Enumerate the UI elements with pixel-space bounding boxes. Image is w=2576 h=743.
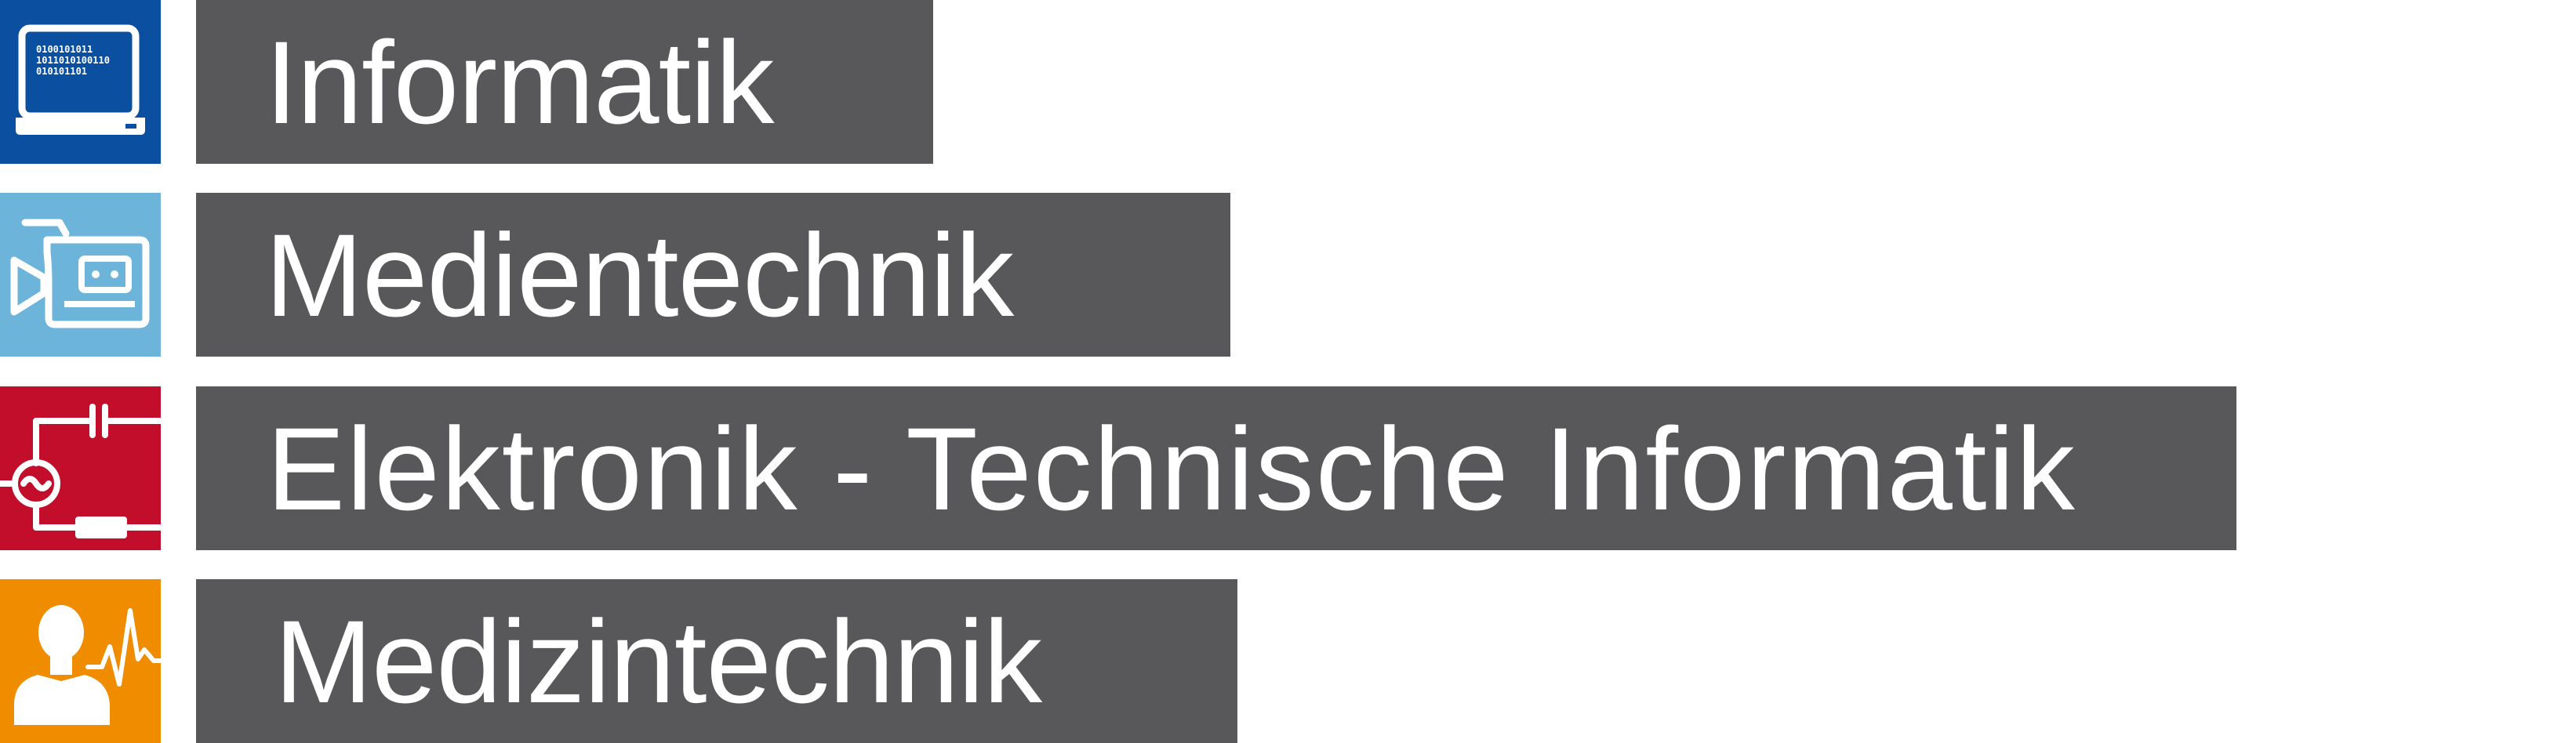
- video-camera-icon: [0, 193, 161, 357]
- category-label: Medientechnik: [265, 208, 1014, 341]
- category-tile-elektronik: [0, 386, 161, 550]
- category-tile-medizintechnik: [0, 579, 161, 743]
- binary-line-2: 1011010100110: [36, 55, 110, 66]
- binary-line-3: 010101101: [36, 66, 87, 77]
- category-label: Medizintechnik: [274, 595, 1042, 727]
- category-label: Elektronik - Technische Informatik: [267, 402, 2076, 535]
- person-heartbeat-icon: [0, 579, 161, 743]
- binary-line-1: 0100101011: [36, 44, 93, 55]
- category-bar-medizintechnik[interactable]: Medizintechnik: [196, 579, 1237, 743]
- category-bar-informatik[interactable]: Informatik: [196, 0, 933, 164]
- category-tile-medientechnik: [0, 193, 161, 357]
- category-bar-elektronik[interactable]: Elektronik - Technische Informatik: [196, 386, 2236, 550]
- circuit-icon: [0, 386, 161, 550]
- category-tile-informatik: 0100101011 1011010100110 010101101: [0, 0, 161, 164]
- laptop-binary-icon: 0100101011 1011010100110 010101101: [0, 0, 161, 164]
- category-label: Informatik: [265, 16, 775, 148]
- category-bar-medientechnik[interactable]: Medientechnik: [196, 193, 1230, 357]
